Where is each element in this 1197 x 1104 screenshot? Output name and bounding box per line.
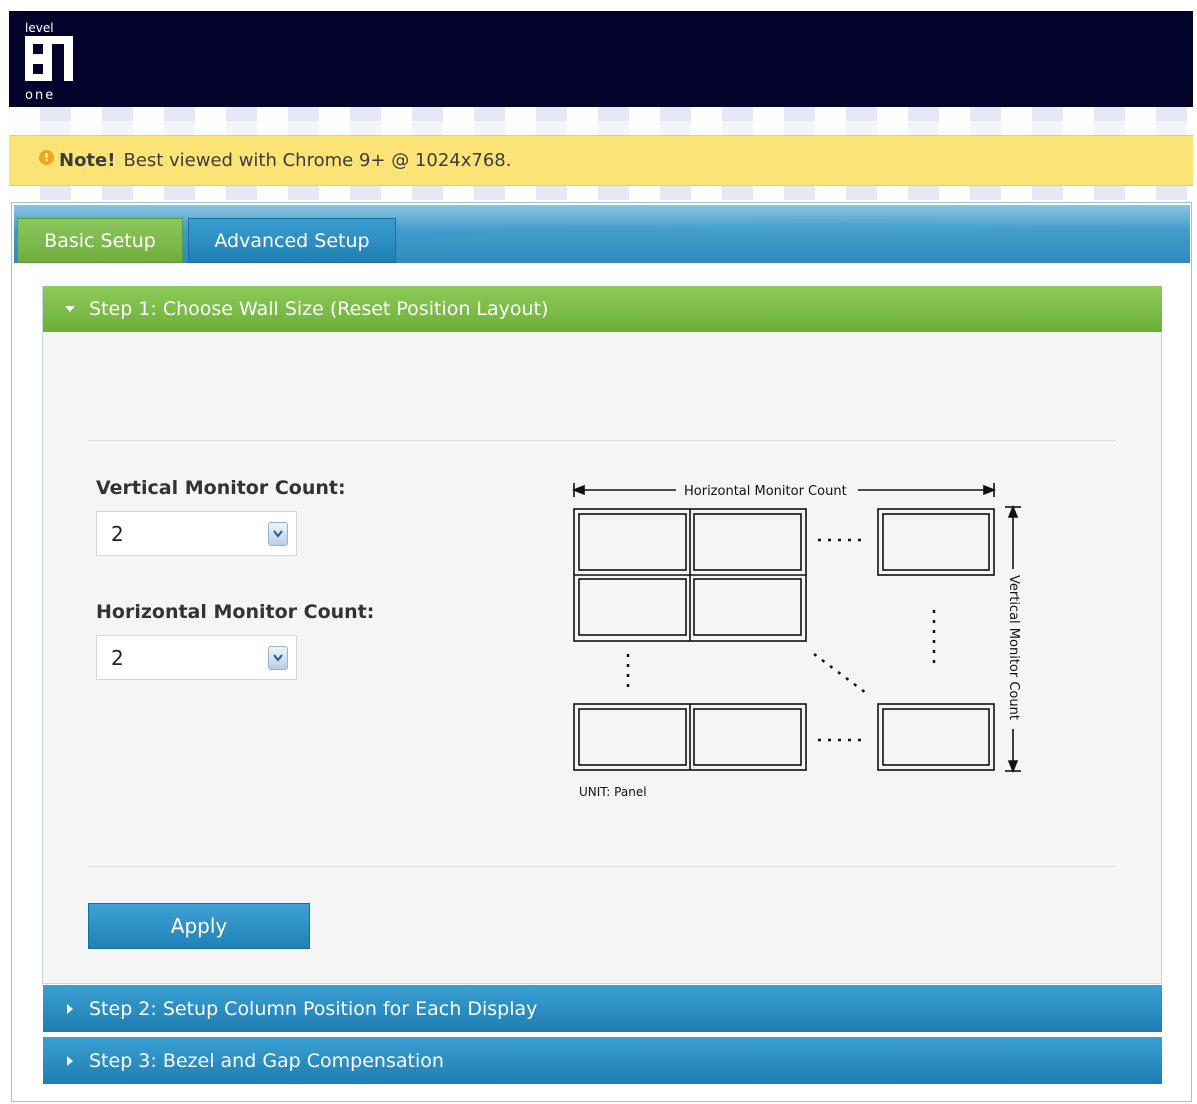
decorative-strip	[9, 107, 1193, 135]
step2-header[interactable]: Step 2: Setup Column Position for Each D…	[43, 985, 1162, 1032]
decorative-strip-bottom	[9, 186, 1193, 200]
step1-title: Step 1: Choose Wall Size (Reset Position…	[89, 298, 549, 320]
header-bar: level one	[9, 11, 1193, 107]
divider	[88, 866, 1116, 867]
horizontal-count-caption: Horizontal Monitor Count	[684, 484, 847, 499]
step1-header[interactable]: Step 1: Choose Wall Size (Reset Position…	[43, 286, 1162, 332]
apply-button[interactable]: Apply	[88, 903, 310, 949]
horizontal-count-select[interactable]: 2	[96, 635, 297, 680]
vertical-count-caption: Vertical Monitor Count	[1006, 575, 1021, 720]
step3-title: Step 3: Bezel and Gap Compensation	[89, 1049, 444, 1072]
tab-bar: Basic Setup Advanced Setup	[14, 205, 1190, 263]
horizontal-count-label: Horizontal Monitor Count:	[96, 601, 375, 623]
chevron-down-icon	[65, 306, 75, 312]
tab-basic-setup[interactable]: Basic Setup	[17, 218, 183, 263]
horizontal-count-value: 2	[111, 645, 124, 670]
wall-layout-diagram: Horizontal Monitor Count Vertical Monito…	[571, 483, 1021, 799]
dropdown-arrow-icon[interactable]	[268, 522, 288, 546]
vertical-count-label: Vertical Monitor Count:	[96, 477, 346, 499]
note-banner: ! Note! Best viewed with Chrome 9+ @ 102…	[9, 135, 1193, 186]
tab-bar-wave	[394, 223, 1190, 263]
logo-top-text: level	[25, 21, 54, 35]
vertical-count-select[interactable]: 2	[96, 511, 297, 556]
chevron-right-icon	[67, 1055, 73, 1066]
logo-bottom-text: one	[25, 88, 55, 101]
info-icon: !	[39, 150, 54, 165]
tab-advanced-setup[interactable]: Advanced Setup	[188, 218, 396, 263]
vertical-count-value: 2	[111, 521, 124, 546]
dropdown-arrow-icon[interactable]	[268, 646, 288, 670]
step3-header[interactable]: Step 3: Bezel and Gap Compensation	[43, 1037, 1162, 1084]
chevron-right-icon	[67, 1003, 73, 1014]
divider	[88, 440, 1116, 441]
step2-title: Step 2: Setup Column Position for Each D…	[89, 997, 538, 1020]
levelone-logo: level one	[25, 21, 73, 101]
note-label: Note!	[59, 150, 116, 171]
note-text: Best viewed with Chrome 9+ @ 1024x768.	[123, 150, 512, 171]
unit-caption: UNIT: Panel	[579, 785, 647, 799]
